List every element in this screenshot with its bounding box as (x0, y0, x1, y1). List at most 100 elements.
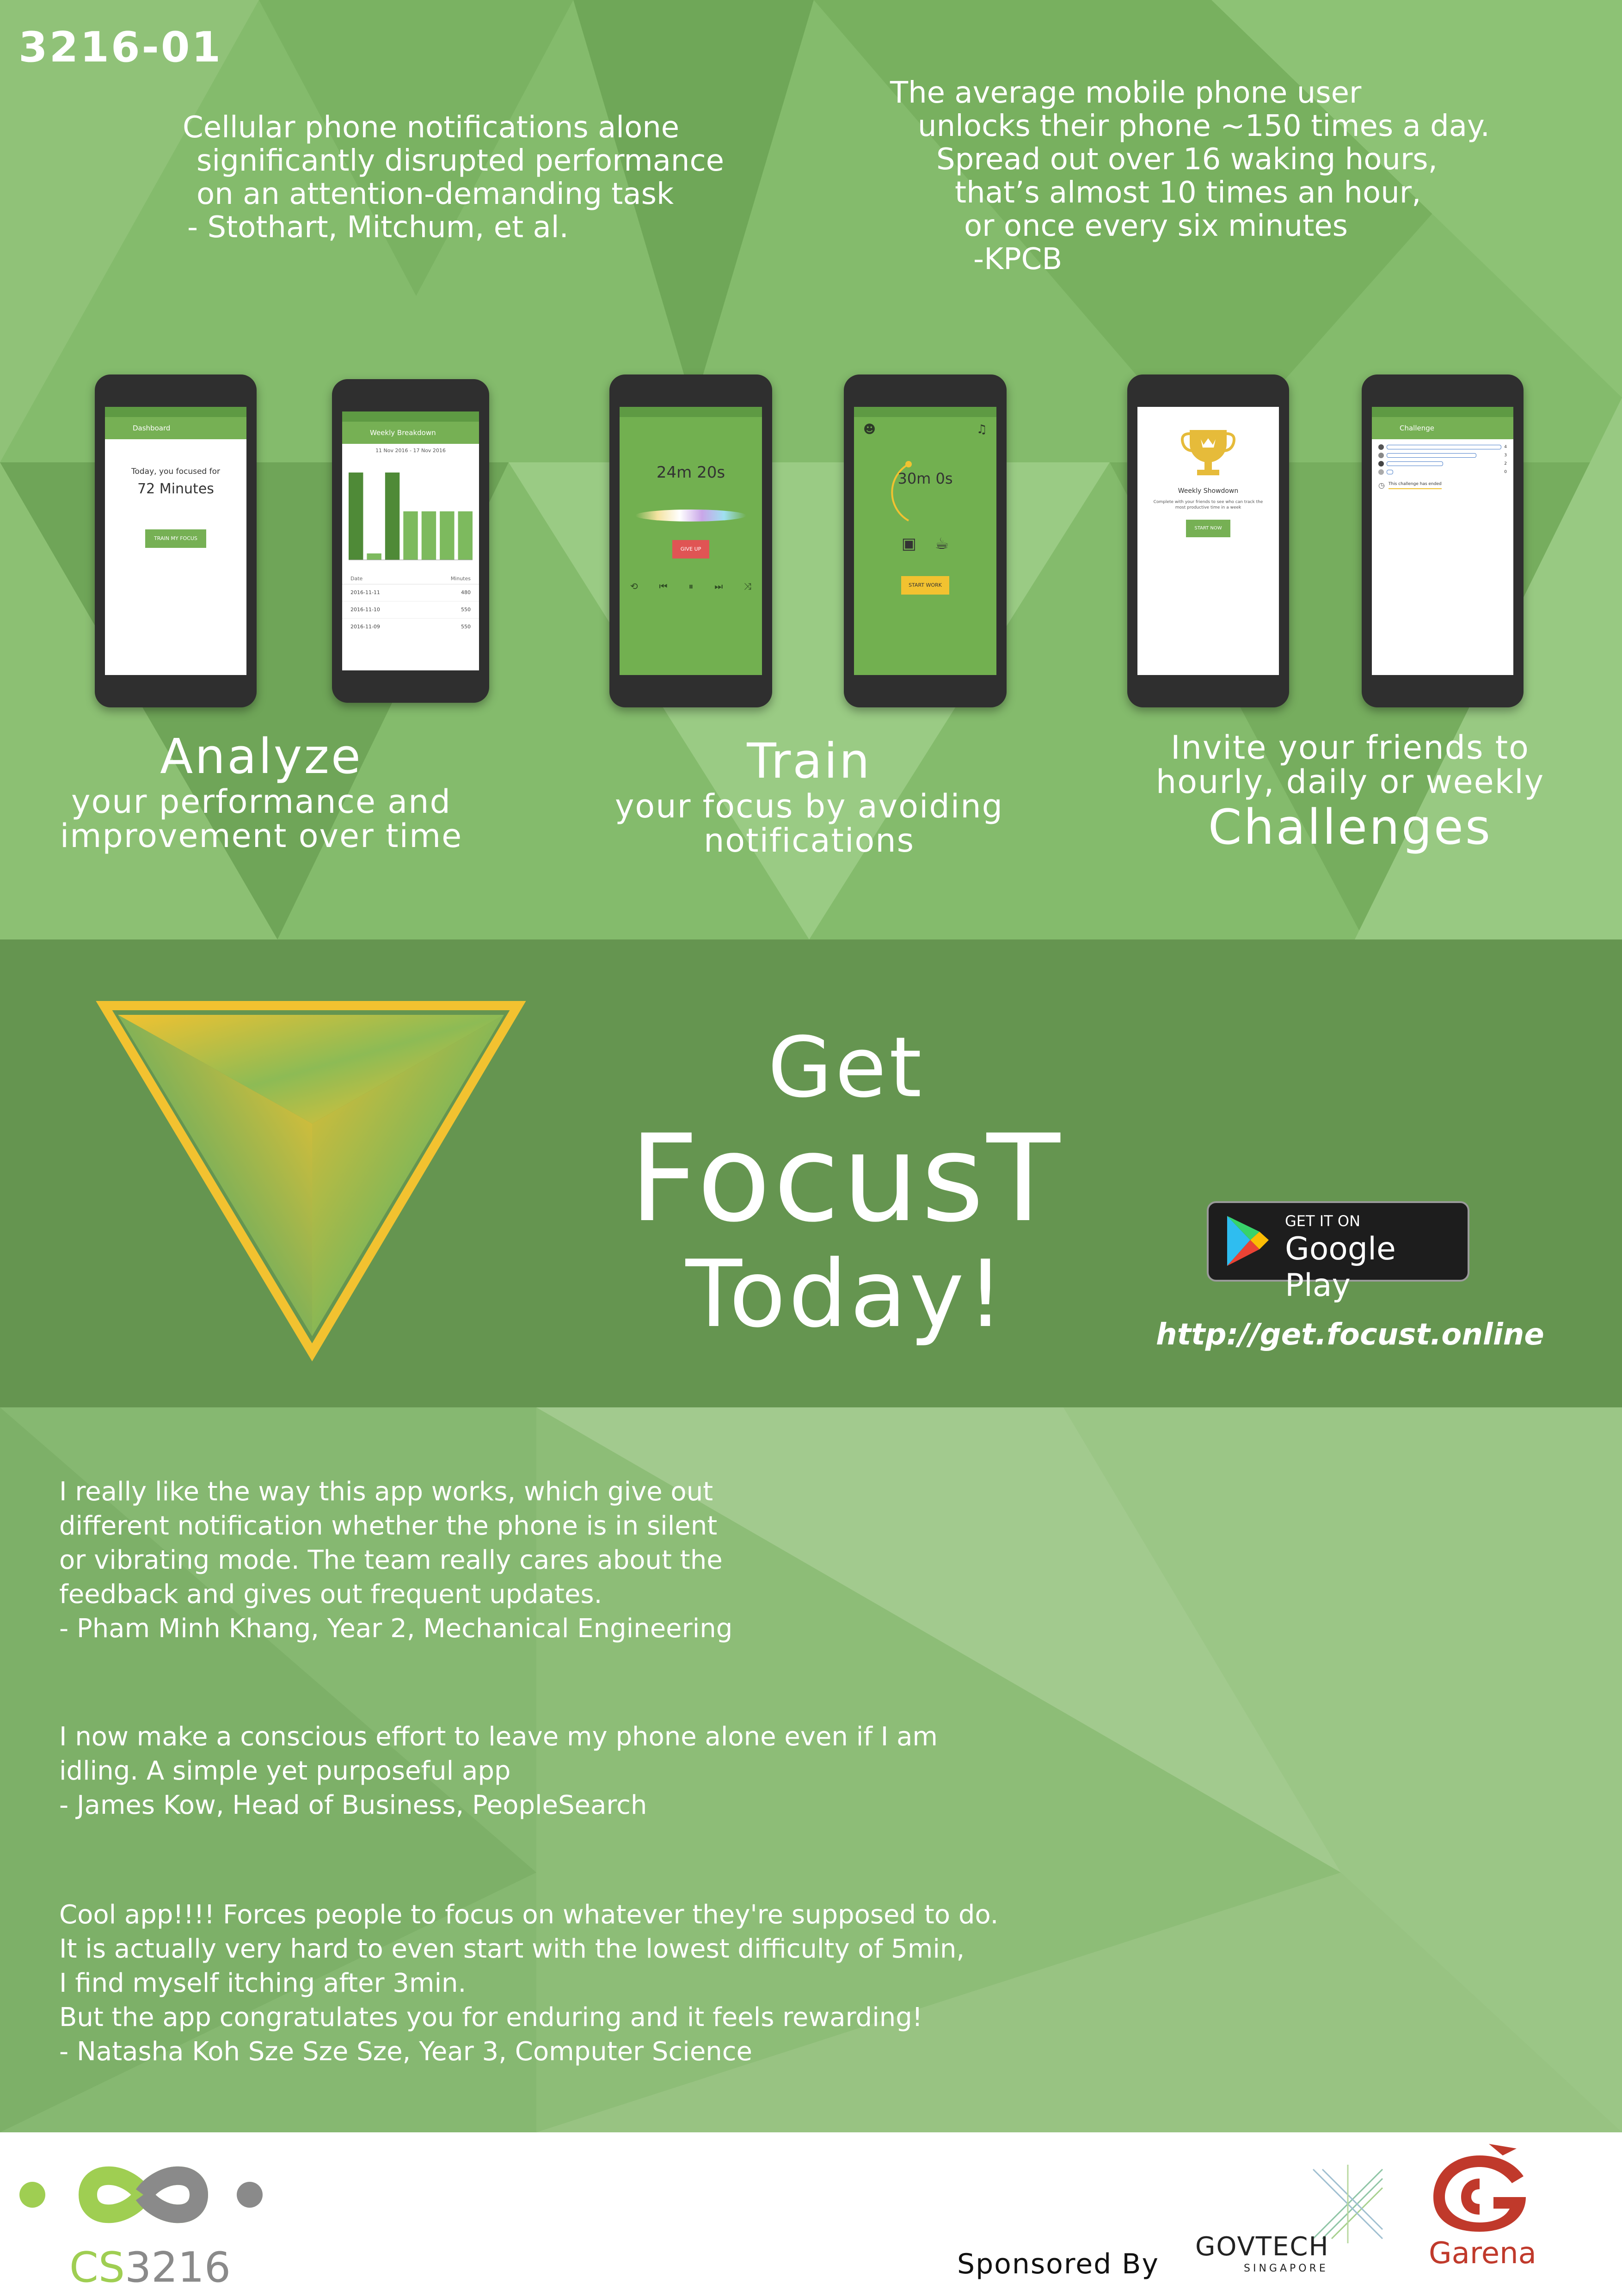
challenge-status: ◷ This challenge has ended (1378, 481, 1507, 490)
coffee-icon[interactable]: ☕ (935, 534, 949, 553)
playlist-volume-icon[interactable]: ♫ (977, 423, 987, 436)
minutes-column: Minutes (450, 576, 471, 582)
table-row: 2016-11-09 550 (342, 619, 479, 635)
chart-bar (440, 511, 455, 560)
status-bar (105, 407, 246, 417)
testimonial-author: - Pham Minh Khang, Year 2, Mechanical En… (59, 1614, 733, 1644)
chart-bar (367, 553, 381, 560)
quote-line: Spread out over 16 waking hours, (936, 142, 1438, 177)
testimonial-author: - Natasha Koh Sze Sze Sze, Year 3, Compu… (59, 2037, 753, 2067)
chart-bar (349, 473, 363, 560)
leaderboard: 4 3 2 0 ◷ This challenge has ended (1372, 439, 1513, 493)
app-bar: Weekly Breakdown (342, 422, 479, 444)
google-play-button[interactable]: GET IT ON Google Play (1207, 1201, 1469, 1304)
player-controls: ⟲ ⏮ ⏸ ⏭ ⤨ (620, 581, 762, 592)
feature-title: Train (747, 733, 872, 789)
quote-line: The average mobile phone user (890, 76, 1362, 110)
footer: CS3216 Sponsored By GOVTECH SINGAPORE Ga… (0, 2132, 1622, 2296)
phone-showdown: Weekly Showdown Complete with your frien… (1127, 374, 1289, 707)
google-play-large-text: Google Play (1285, 1231, 1396, 1304)
chart-bar (385, 473, 400, 560)
course-number: 3216 (124, 2243, 231, 2292)
give-up-button[interactable]: GIVE UP (672, 540, 709, 559)
focust-logo (96, 1001, 526, 1362)
leaderboard-row: 3 (1378, 451, 1507, 460)
setup-screen: ☻ ♫ 30m 0s ▣ ☕ START WORK (854, 407, 996, 675)
challenge-ended-label: This challenge has ended (1388, 482, 1442, 489)
challenge-screen: Challenge 4 3 2 0 ◷ This challenge has e… (1372, 407, 1513, 675)
testimonial-line: But the app congratulates you for enduri… (59, 2002, 923, 2032)
testimonial-line: It is actually very hard to even start w… (59, 1934, 965, 1964)
testimonial-line: idling. A simple yet purposeful app (59, 1756, 511, 1786)
testimonial: I really like the way this app works, wh… (59, 1475, 1076, 1646)
quote-line: significantly disrupted performance (197, 144, 725, 178)
leaderboard-row: 2 (1378, 460, 1507, 468)
status-bar (854, 407, 996, 417)
app-bar: Dashboard (105, 417, 246, 439)
shuffle-icon[interactable]: ⤨ (744, 581, 751, 592)
feature-title: Challenges (1208, 799, 1493, 855)
feature-subtitle: hourly, daily or weekly (1155, 763, 1545, 801)
testimonial-line: Cool app!!!! Forces people to focus on w… (59, 1900, 999, 1930)
quote-line: Cellular phone notifications alone (183, 111, 680, 145)
leaderboard-row: 4 (1378, 443, 1507, 451)
cta-line-get: Get (768, 1019, 925, 1116)
score: 3 (1504, 453, 1507, 458)
weekly-screen: Weekly Breakdown 11 Nov 2016 - 17 Nov 20… (342, 411, 479, 670)
train-focus-button[interactable]: TRAIN MY FOCUS (145, 529, 206, 548)
date-range: 11 Nov 2016 - 17 Nov 2016 (375, 448, 446, 454)
table-header: Date Minutes (342, 574, 479, 584)
previous-icon[interactable]: ⏮ (659, 581, 668, 592)
testimonial-line: I now make a conscious effort to leave m… (59, 1722, 938, 1752)
avatar (1378, 444, 1384, 450)
google-play-small-text: GET IT ON (1285, 1212, 1361, 1230)
testimonial-line: feedback and gives out frequent updates. (59, 1579, 602, 1609)
next-icon[interactable]: ⏭ (714, 581, 723, 592)
garena-name: Garena (1429, 2236, 1536, 2271)
focused-minutes: 72 Minutes (137, 481, 214, 497)
start-now-button[interactable]: START NOW (1186, 520, 1230, 537)
start-work-button[interactable]: START WORK (901, 576, 949, 595)
avatar (1378, 453, 1384, 458)
cta-headline: Get FocusT Today! (546, 1022, 1147, 1345)
status-bar (342, 411, 479, 422)
avatar (1378, 461, 1384, 467)
score: 0 (1504, 470, 1507, 474)
app-bar: Challenge (1372, 417, 1513, 439)
progress-bar (1387, 445, 1502, 449)
quote-author: - Stothart, Mitchum, et al. (187, 210, 569, 245)
status-bar (620, 407, 762, 417)
quote-author: -KPCB (973, 242, 1063, 276)
briefcase-icon[interactable]: ▣ (902, 534, 916, 553)
focused-label: Today, you focused for (131, 467, 220, 476)
chart-bar (403, 511, 418, 560)
feature-analyze: Analyze your performance and improvement… (42, 728, 481, 853)
table-row: 2016-11-10 550 (342, 602, 479, 619)
row-minutes: 550 (461, 607, 471, 613)
mode-selector: ▣ ☕ (854, 534, 996, 553)
toolbar: ☻ ♫ (854, 417, 996, 442)
govtech-subtitle: SINGAPORE (1244, 2263, 1328, 2274)
garena-logo-icon (1433, 2144, 1526, 2232)
chart-bar (458, 511, 473, 560)
timer-dial: 30m 0s (854, 442, 996, 530)
cs3216-infinity-logo (19, 2166, 263, 2223)
testimonial-line: or vibrating mode. The team really cares… (59, 1545, 723, 1575)
row-minutes: 550 (461, 624, 471, 630)
repeat-icon[interactable]: ⟲ (630, 581, 638, 592)
feature-train: Train your focus by avoiding notificatio… (592, 733, 1026, 858)
row-minutes: 480 (461, 589, 471, 595)
statistic-quote: The average mobile phone user unlocks th… (890, 76, 1561, 276)
setup-timer: 30m 0s (897, 470, 953, 487)
testimonial: I now make a conscious effort to leave m… (59, 1720, 1215, 1823)
pause-icon[interactable]: ⏸ (688, 581, 693, 592)
profile-icon[interactable]: ☻ (863, 423, 876, 436)
website-link[interactable]: http://get.focust.online (1156, 1318, 1572, 1352)
session-timer: 24m 20s (656, 463, 725, 482)
row-date: 2016-11-09 (350, 624, 380, 630)
cta-line-focust: FocusT (629, 1109, 1063, 1249)
feature-challenges: Invite your friends to hourly, daily or … (1133, 731, 1567, 855)
phone-weekly: Weekly Breakdown 11 Nov 2016 - 17 Nov 20… (332, 379, 489, 703)
progress-bar (1387, 453, 1477, 458)
feature-subtitle: your performance and (71, 783, 451, 821)
